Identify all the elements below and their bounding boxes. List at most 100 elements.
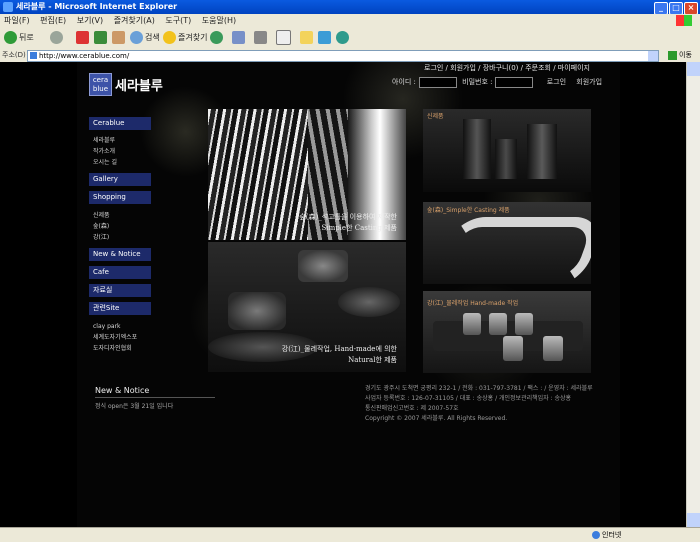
scroll-down-button[interactable] <box>687 513 700 527</box>
id-input[interactable] <box>418 76 457 88</box>
browser-viewport: cera blue 세라블루 로그인 / 회원가입 / 장바구니(0) / 주문조회… <box>0 62 686 527</box>
news-section: New & Notice 정식 open은 3월 21일 입니다 <box>95 386 215 410</box>
menu-view[interactable]: 보기(V) <box>77 14 103 27</box>
news-item[interactable]: 정식 open은 3월 21일 입니다 <box>95 401 215 410</box>
nav-related-sites[interactable]: 관련Site <box>89 302 151 315</box>
nav-sub-claypark[interactable]: clay park <box>89 321 151 332</box>
messenger-button[interactable] <box>318 30 333 46</box>
forest-small-label: 숲(森)_Simple한 Casting 제품 <box>427 207 510 214</box>
nav-cerablue[interactable]: Cerablue <box>89 117 151 130</box>
vase-shape <box>463 119 491 179</box>
print-icon <box>254 31 267 44</box>
site-logo[interactable]: cera blue 세라블루 <box>89 73 163 96</box>
join-button[interactable]: 회원가입 <box>576 78 602 86</box>
address-input[interactable]: http://www.cerablue.com/ <box>27 50 659 62</box>
top-link-mypage[interactable]: 마이페이지 <box>558 64 590 72</box>
back-button[interactable]: 뒤로 <box>4 30 34 46</box>
nav-sub-expo[interactable]: 세계도자기엑스포 <box>89 332 151 343</box>
messenger-icon <box>318 31 331 44</box>
globe-icon <box>592 531 600 539</box>
print-button[interactable] <box>254 30 269 46</box>
cup-shape <box>489 313 507 335</box>
scroll-up-button[interactable] <box>687 62 700 76</box>
windows-logo-icon <box>676 15 692 26</box>
refresh-icon <box>94 31 107 44</box>
nav-sub-cerablue[interactable]: 세라블루 <box>89 135 151 146</box>
login-button[interactable]: 로그인 <box>547 78 566 86</box>
edit-button[interactable] <box>276 30 293 46</box>
cup-shape <box>503 336 523 361</box>
go-arrow-icon <box>668 50 677 60</box>
people-icon <box>336 31 349 44</box>
address-label: 주소(D) <box>2 51 26 59</box>
nav-sub-new[interactable]: 신제품 <box>89 210 151 221</box>
top-link-orders[interactable]: 주문조회 <box>525 64 551 72</box>
back-arrow-icon <box>4 31 17 44</box>
password-input[interactable] <box>495 76 534 88</box>
home-button[interactable] <box>112 30 127 46</box>
menu-tools[interactable]: 도구(T) <box>165 14 191 27</box>
top-link-join[interactable]: 회원가입 <box>450 64 476 72</box>
mail-icon <box>232 31 245 44</box>
cup-shape <box>543 336 563 361</box>
home-icon <box>112 31 125 44</box>
stop-icon <box>76 31 89 44</box>
new-products-image[interactable] <box>423 109 591 192</box>
sidebar-nav: Cerablue 세라블루 작가소개 오시는 길 Gallery Shoppin… <box>89 117 151 354</box>
news-title[interactable]: New & Notice <box>95 386 215 395</box>
menu-favorites[interactable]: 즐겨찾기(A) <box>114 14 155 27</box>
top-link-login[interactable]: 로그인 <box>424 64 443 72</box>
nav-gallery[interactable]: Gallery <box>89 173 151 186</box>
menu-file[interactable]: 파일(F) <box>4 14 30 27</box>
login-form: 아이디 : 비밀번호 : 로그인 회원가입 <box>392 76 602 88</box>
discuss-button[interactable] <box>300 30 315 46</box>
mug-shape <box>228 292 286 330</box>
site-container: cera blue 세라블루 로그인 / 회원가입 / 장바구니(0) / 주문조회… <box>77 62 620 527</box>
stop-button[interactable] <box>76 30 91 46</box>
research-button[interactable] <box>336 30 351 46</box>
nav-sub-association[interactable]: 도자디자인협회 <box>89 343 151 354</box>
menu-bar: 파일(F) 편집(E) 보기(V) 즐겨찾기(A) 도구(T) 도움말(H) <box>0 14 700 28</box>
id-label: 아이디 : <box>392 78 416 86</box>
folder-icon <box>300 31 313 44</box>
security-zone: 인터넷 <box>592 528 621 542</box>
nav-sub-river[interactable]: 강(江) <box>89 232 151 243</box>
go-button[interactable]: 이동 <box>668 49 692 62</box>
refresh-button[interactable] <box>94 30 109 46</box>
nav-shopping[interactable]: Shopping <box>89 191 151 204</box>
logo-mark: cera blue <box>89 73 112 96</box>
page-icon <box>30 52 37 59</box>
nav-sub-location[interactable]: 오시는 길 <box>89 157 151 168</box>
toolbar: 뒤로 검색 즐겨찾기 <box>0 27 700 50</box>
history-button[interactable] <box>210 30 225 46</box>
search-icon <box>130 31 143 44</box>
mail-button[interactable] <box>232 30 247 46</box>
plate-shape <box>338 287 400 317</box>
address-url: http://www.cerablue.com/ <box>39 52 130 60</box>
star-icon <box>163 31 176 44</box>
nav-sub-forest[interactable]: 숲(森) <box>89 221 151 232</box>
status-bar: 인터넷 <box>0 527 700 542</box>
menu-edit[interactable]: 편집(E) <box>40 14 66 27</box>
nav-notice[interactable]: New & Notice <box>89 248 151 261</box>
nav-archive[interactable]: 자료실 <box>89 284 151 297</box>
nav-sub-artist[interactable]: 작가소개 <box>89 146 151 157</box>
news-divider <box>95 397 215 398</box>
top-links: 로그인 / 회원가입 / 장바구니(0) / 주문조회 / 마이페이지 <box>424 64 590 72</box>
search-button[interactable]: 검색 <box>130 30 160 46</box>
top-link-cart[interactable]: 장바구니(0) <box>483 64 519 72</box>
river-caption: 강(江)_물레작업, Hand-made에 의한 Natural한 제품 <box>281 345 397 364</box>
forest-caption: 숲(森)_석고틀을 이용하여 제작한 Simple한 Casting 제품 <box>299 213 397 232</box>
password-label: 비밀번호 : <box>462 78 493 86</box>
forward-button[interactable] <box>50 30 65 46</box>
mug-shape <box>298 250 348 282</box>
vertical-scrollbar[interactable] <box>686 62 700 527</box>
s-dish-shape <box>430 217 591 284</box>
cup-shape <box>463 313 481 335</box>
address-dropdown-button[interactable] <box>648 51 658 61</box>
footer-address: 경기도 광주시 도척면 궁평리 232-1 / 전화 : 031-797-378… <box>365 385 593 392</box>
menu-help[interactable]: 도움말(H) <box>202 14 236 27</box>
nav-cafe[interactable]: Cafe <box>89 266 151 279</box>
logo-name: 세라블루 <box>115 79 163 94</box>
favorites-button[interactable]: 즐겨찾기 <box>163 30 207 46</box>
